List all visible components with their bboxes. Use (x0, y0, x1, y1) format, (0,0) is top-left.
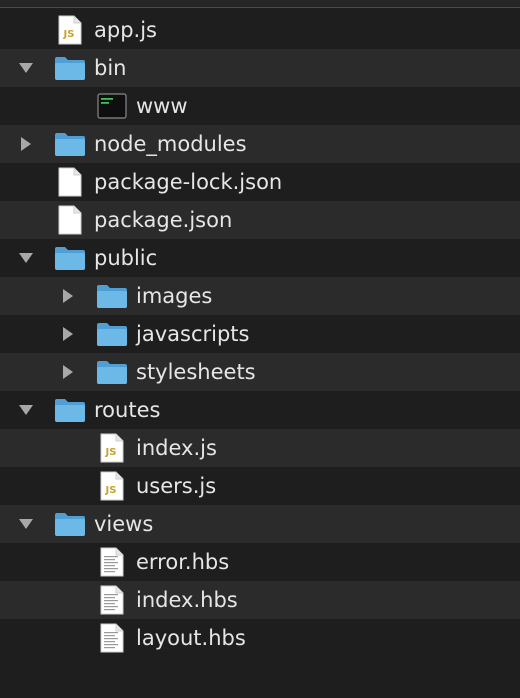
js-badge-label: JS (105, 485, 117, 496)
header-divider (0, 0, 520, 8)
tree-row-www[interactable]: www (0, 87, 520, 125)
disclosure-triangle-expanded-icon[interactable] (18, 60, 34, 76)
terminal-executable-icon (97, 93, 127, 119)
tree-item-label: error.hbs (136, 550, 230, 574)
disclosure-triangle-collapsed-icon[interactable] (60, 326, 76, 342)
disclosure-triangle-collapsed-icon[interactable] (60, 288, 76, 304)
tree-row-stylesheets[interactable]: stylesheets (0, 353, 520, 391)
tree-item-label: app.js (94, 18, 157, 42)
tree-row-routes[interactable]: routes (0, 391, 520, 429)
file-tree: JS app.js bin www node_modules package-lock.j… (0, 0, 520, 698)
blank-document-icon (58, 167, 82, 197)
js-file-icon: JS (58, 15, 82, 45)
tree-row-package-json[interactable]: package.json (0, 201, 520, 239)
tree-item-label: index.js (136, 436, 217, 460)
disclosure-triangle-collapsed-icon[interactable] (60, 364, 76, 380)
tree-item-label: www (136, 94, 188, 118)
disclosure-triangle-expanded-icon[interactable] (18, 250, 34, 266)
tree-row-users-js[interactable]: JS users.js (0, 467, 520, 505)
tree-item-label: package-lock.json (94, 170, 283, 194)
folder-icon (96, 283, 128, 309)
text-document-icon (100, 547, 124, 577)
tree-item-label: index.hbs (136, 588, 238, 612)
folder-icon (54, 131, 86, 157)
tree-item-label: layout.hbs (136, 626, 246, 650)
tree-item-label: images (136, 284, 213, 308)
js-badge-label: JS (63, 29, 75, 40)
disclosure-triangle-expanded-icon[interactable] (18, 402, 34, 418)
tree-row-images[interactable]: images (0, 277, 520, 315)
text-document-icon (100, 623, 124, 653)
tree-row-app-js[interactable]: JS app.js (0, 11, 520, 49)
tree-item-label: public (94, 246, 158, 270)
tree-row-javascripts[interactable]: javascripts (0, 315, 520, 353)
tree-item-label: node_modules (94, 132, 247, 156)
tree-item-label: package.json (94, 208, 233, 232)
tree-item-label: views (94, 512, 154, 536)
tree-item-label: javascripts (136, 322, 250, 346)
tree-item-label: stylesheets (136, 360, 256, 384)
tree-row-views[interactable]: views (0, 505, 520, 543)
js-file-icon: JS (100, 433, 124, 463)
tree-row-package-lock-json[interactable]: package-lock.json (0, 163, 520, 201)
folder-icon (54, 397, 86, 423)
js-badge-label: JS (105, 447, 117, 458)
disclosure-triangle-collapsed-icon[interactable] (18, 136, 34, 152)
disclosure-triangle-expanded-icon[interactable] (18, 516, 34, 532)
folder-icon (54, 245, 86, 271)
tree-row-layout-hbs[interactable]: layout.hbs (0, 619, 520, 657)
folder-icon (54, 55, 86, 81)
tree-row-error-hbs[interactable]: error.hbs (0, 543, 520, 581)
blank-document-icon (58, 205, 82, 235)
tree-row-index-hbs[interactable]: index.hbs (0, 581, 520, 619)
tree-row-bin[interactable]: bin (0, 49, 520, 87)
folder-icon (96, 321, 128, 347)
tree-item-label: bin (94, 56, 127, 80)
tree-row-node-modules[interactable]: node_modules (0, 125, 520, 163)
tree-row-index-js[interactable]: JS index.js (0, 429, 520, 467)
folder-icon (54, 511, 86, 537)
folder-icon (96, 359, 128, 385)
text-document-icon (100, 585, 124, 615)
tree-item-label: routes (94, 398, 161, 422)
js-file-icon: JS (100, 471, 124, 501)
tree-row-public[interactable]: public (0, 239, 520, 277)
tree-item-label: users.js (136, 474, 217, 498)
